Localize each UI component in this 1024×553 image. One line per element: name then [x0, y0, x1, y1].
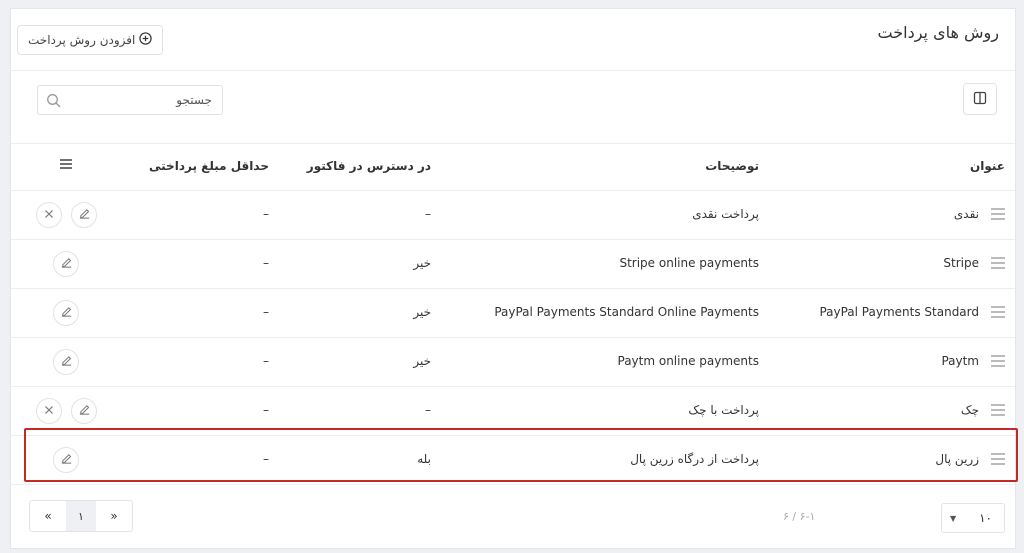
- drag-handle-icon[interactable]: [991, 208, 1005, 220]
- edit-button[interactable]: [71, 202, 97, 228]
- payment-method-description: PayPal Payments Standard Online Payments: [494, 305, 759, 319]
- table-row: Stripe Stripe online payments خیر –: [11, 240, 1015, 289]
- table-row: چک پرداخت با چک – –: [11, 387, 1015, 436]
- payment-method-title: زرین پال: [935, 452, 979, 466]
- payment-method-title: Paytm: [941, 354, 979, 368]
- table-footer: « ۱ » ۶-۱ / ۶ ۱۰ ▼: [11, 491, 1015, 550]
- payment-method-description: پرداخت از درگاه زرین پال: [630, 452, 759, 466]
- table-row: Paytm Paytm online payments خیر –: [11, 338, 1015, 387]
- drag-handle-icon[interactable]: [991, 257, 1005, 269]
- table-toolbar: [11, 71, 1015, 143]
- payment-method-title: PayPal Payments Standard: [819, 305, 979, 319]
- payment-method-available-in-invoice: –: [425, 207, 431, 221]
- payment-method-description: Paytm online payments: [617, 354, 760, 368]
- drag-handle-icon[interactable]: [991, 404, 1005, 416]
- close-icon: [44, 208, 54, 222]
- page-size-select[interactable]: ۱۰ ▼: [941, 503, 1005, 533]
- payment-method-min-payment: –: [263, 403, 269, 417]
- payment-method-available-in-invoice: –: [425, 403, 431, 417]
- range-info: ۶-۱ / ۶: [783, 510, 816, 523]
- edit-icon: [60, 256, 73, 272]
- edit-icon: [78, 403, 91, 419]
- page-title: روش های پرداخت: [877, 23, 999, 42]
- add-payment-method-label: افزودن روش پرداخت: [28, 33, 136, 47]
- search-box: [37, 85, 223, 115]
- menu-icon: [59, 159, 73, 173]
- column-toggle-button[interactable]: [963, 83, 997, 115]
- drag-handle-icon[interactable]: [991, 306, 1005, 318]
- columns-icon: [973, 91, 987, 108]
- column-header-available-in-invoice[interactable]: در دسترس در فاکتور: [307, 159, 431, 173]
- pagination-page-button[interactable]: ۱: [66, 501, 96, 531]
- edit-icon: [60, 354, 73, 370]
- page-size-value: ۱۰: [979, 511, 992, 525]
- column-menu-button[interactable]: [59, 158, 73, 173]
- payment-methods-card: روش های پرداخت افزودن روش پرداخت عنوان ت…: [10, 8, 1016, 549]
- add-payment-method-button[interactable]: افزودن روش پرداخت: [17, 25, 164, 55]
- pagination: « ۱ »: [29, 500, 133, 532]
- edit-icon: [60, 452, 73, 468]
- delete-button[interactable]: [36, 398, 62, 424]
- close-icon: [44, 404, 54, 418]
- payment-method-title: نقدی: [953, 207, 979, 221]
- table-header: عنوان توضیحات در دسترس در فاکتور حداقل م…: [11, 143, 1015, 191]
- card-header: روش های پرداخت افزودن روش پرداخت: [11, 9, 1015, 71]
- payment-method-available-in-invoice: خیر: [413, 256, 431, 270]
- column-header-description[interactable]: توضیحات: [705, 159, 759, 173]
- edit-button[interactable]: [53, 300, 79, 326]
- payment-method-description: پرداخت نقدی: [692, 207, 759, 221]
- payment-method-title: Stripe: [943, 256, 979, 270]
- payment-method-description: پرداخت با چک: [688, 403, 759, 417]
- search-input[interactable]: [38, 86, 222, 114]
- edit-button[interactable]: [53, 447, 79, 473]
- payment-method-title: چک: [960, 403, 979, 417]
- edit-button[interactable]: [71, 398, 97, 424]
- table-row: زرین پال پرداخت از درگاه زرین پال بله –: [11, 436, 1015, 485]
- delete-button[interactable]: [36, 202, 62, 228]
- payment-method-min-payment: –: [263, 305, 269, 319]
- payment-method-min-payment: –: [263, 256, 269, 270]
- edit-button[interactable]: [53, 349, 79, 375]
- column-header-title[interactable]: عنوان: [970, 159, 1005, 173]
- payment-method-min-payment: –: [263, 452, 269, 466]
- payment-method-available-in-invoice: خیر: [413, 305, 431, 319]
- payment-method-available-in-invoice: بله: [417, 452, 431, 466]
- edit-icon: [78, 207, 91, 223]
- edit-icon: [60, 305, 73, 321]
- payment-method-min-payment: –: [263, 207, 269, 221]
- edit-button[interactable]: [53, 251, 79, 277]
- plus-circle-icon: [139, 32, 153, 48]
- pagination-prev-button[interactable]: «: [30, 501, 66, 531]
- search-icon: [46, 93, 62, 109]
- caret-down-icon: ▼: [950, 513, 957, 523]
- column-header-min-payment[interactable]: حداقل مبلغ پرداختی: [149, 159, 269, 173]
- table-row: PayPal Payments Standard PayPal Payments …: [11, 289, 1015, 338]
- drag-handle-icon[interactable]: [991, 355, 1005, 367]
- payment-method-available-in-invoice: خیر: [413, 354, 431, 368]
- drag-handle-icon[interactable]: [991, 453, 1005, 465]
- pagination-next-button[interactable]: »: [96, 501, 132, 531]
- payment-method-min-payment: –: [263, 354, 269, 368]
- table-row: نقدی پرداخت نقدی – –: [11, 191, 1015, 240]
- payment-method-description: Stripe online payments: [619, 256, 759, 270]
